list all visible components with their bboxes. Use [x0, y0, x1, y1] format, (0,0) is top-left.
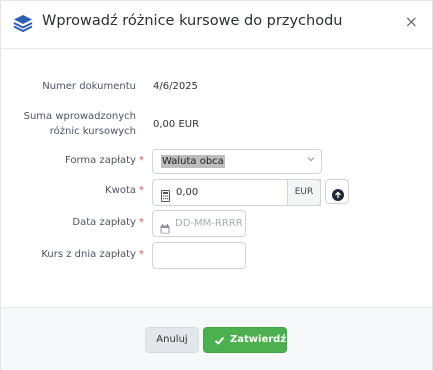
document-number-label: Numer dokumentu: [42, 81, 136, 92]
rate-input[interactable]: [152, 242, 246, 269]
payment-date-label-text: Data zapłaty: [72, 217, 136, 228]
check-icon: [214, 335, 225, 346]
dialog: Wprowadź różnice kursowe do przychodu × …: [0, 0, 433, 370]
sum-diff-value: 0,00 EUR: [153, 119, 200, 130]
required-mark: *: [139, 185, 144, 196]
confirm-button[interactable]: Zatwierdź: [203, 327, 287, 353]
payment-date-label: Data zapłaty *: [72, 217, 144, 228]
payment-form-select[interactable]: Waluta obca: [152, 149, 322, 174]
sum-diff-label-line1: Suma wprowadzonych: [23, 111, 136, 122]
rate-label: Kurs z dnia zapłaty *: [41, 249, 144, 260]
dialog-header: Wprowadź różnice kursowe do przychodu ×: [1, 1, 432, 49]
rate-label-text: Kurs z dnia zapłaty: [41, 249, 136, 260]
required-mark: *: [139, 249, 144, 260]
cancel-button[interactable]: Anuluj: [145, 327, 199, 353]
calendar-icon: [160, 219, 170, 234]
amount-label: Kwota *: [105, 185, 144, 196]
payment-form-label: Forma zapłaty *: [65, 155, 144, 166]
document-number-value: 4/6/2025: [153, 81, 198, 92]
dialog-title: Wprowadź różnice kursowe do przychodu: [42, 13, 343, 29]
amount-label-text: Kwota: [105, 185, 136, 196]
amount-value: 0,00: [176, 187, 199, 198]
layers-icon: [13, 13, 33, 33]
payment-form-selected: Waluta obca: [161, 155, 225, 168]
required-mark: *: [139, 155, 144, 166]
currency-addon: EUR: [287, 179, 321, 206]
confirm-label: Zatwierdź: [230, 334, 287, 345]
payment-date-input[interactable]: DD-MM-RRRR: [152, 210, 246, 237]
required-mark: *: [139, 217, 144, 228]
payment-form-label-text: Forma zapłaty: [64, 155, 136, 166]
close-icon[interactable]: ×: [405, 12, 418, 31]
sum-diff-label-line2: różnic kursowych: [49, 126, 136, 137]
chevron-down-icon: [307, 155, 315, 166]
payment-date-placeholder: DD-MM-RRRR: [175, 218, 243, 229]
arrow-up-circle-icon: [332, 186, 344, 201]
calculator-icon: [161, 187, 170, 202]
dialog-footer: Anuluj Zatwierdź: [1, 307, 432, 370]
upload-button[interactable]: [325, 179, 349, 204]
